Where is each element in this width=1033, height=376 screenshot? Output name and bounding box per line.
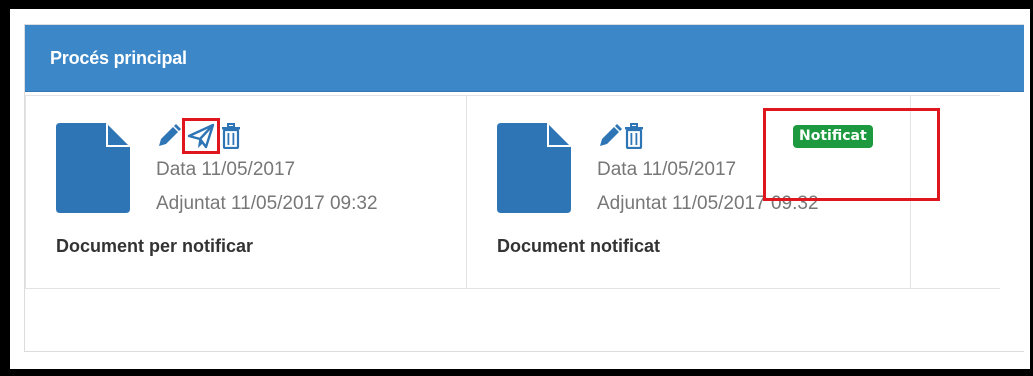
document-actions (156, 118, 242, 154)
document-icon (56, 123, 130, 213)
document-list: Data 11/05/2017 Adjuntat 11/05/2017 09:3… (25, 95, 1000, 289)
document-name: Document notificat (497, 236, 661, 256)
status-badge: Notificat (793, 125, 873, 148)
trash-icon[interactable] (623, 122, 645, 150)
document-attached: Adjuntat 11/05/2017 09:32 (156, 193, 378, 214)
trash-icon[interactable] (220, 122, 242, 150)
pencil-icon[interactable] (156, 122, 182, 150)
document-name: Document per notificar (56, 236, 254, 256)
pencil-icon[interactable] (597, 122, 623, 150)
document-date: Data 11/05/2017 (597, 159, 737, 180)
document-icon (497, 123, 571, 213)
document-meta: Data 11/05/2017 Adjuntat 11/05/2017 09:3… (597, 153, 819, 221)
panel-title: Procés principal (50, 47, 187, 68)
document-actions (597, 120, 645, 152)
panel-header: Procés principal (25, 25, 1024, 92)
document-date: Data 11/05/2017 (156, 159, 296, 180)
send-icon[interactable] (182, 118, 220, 154)
document-attached: Adjuntat 11/05/2017 09:32 (597, 193, 819, 214)
document-card: Data 11/05/2017 Adjuntat 11/05/2017 09:3… (26, 96, 467, 288)
document-card: Data 11/05/2017 Adjuntat 11/05/2017 09:3… (467, 96, 940, 288)
document-meta: Data 11/05/2017 Adjuntat 11/05/2017 09:3… (156, 153, 378, 221)
